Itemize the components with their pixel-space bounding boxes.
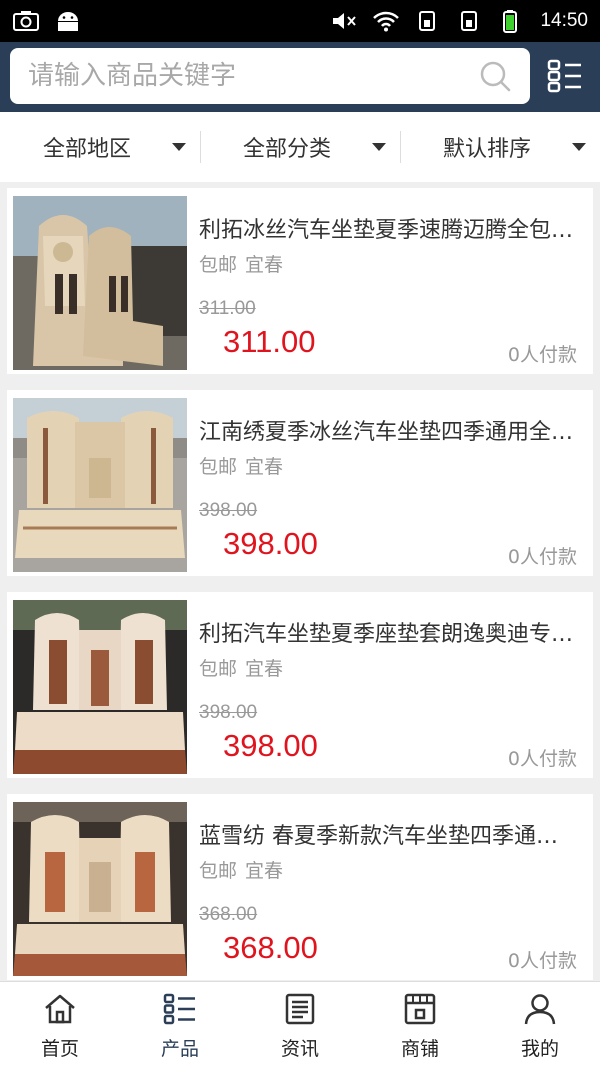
search-icon[interactable] (478, 59, 512, 93)
product-price: 368.00 (223, 930, 318, 965)
shipping-tag: 包邮 (199, 456, 238, 478)
paid-count: 0人付款 (507, 748, 577, 770)
shop-icon (404, 993, 436, 1025)
product-image[interactable] (13, 196, 187, 370)
original-price: 398.00 (199, 702, 258, 723)
nav-label: 首页 (40, 1038, 79, 1060)
location-tag: 宜春 (245, 860, 284, 882)
nav-label: 产品 (160, 1038, 199, 1060)
shipping-tag: 包邮 (199, 860, 238, 882)
product-title[interactable]: 蓝雪纺 春夏季新款汽车坐垫四季通用座垫 (199, 818, 579, 850)
product-card[interactable]: 蓝雪纺 春夏季新款汽车坐垫四季通用座垫 包邮 宜春 368.00 368.00 0… (7, 794, 593, 980)
product-image[interactable] (13, 802, 187, 976)
status-bar: 14:50 (0, 0, 600, 42)
paid-count: 0人付款 (507, 546, 577, 568)
screenshot-icon (13, 11, 39, 31)
product-title[interactable]: 利拓冰丝汽车坐垫夏季速腾迈腾全包围座垫套 (199, 212, 579, 244)
wifi-icon (373, 11, 400, 32)
nav-shop[interactable]: 商铺 (360, 982, 480, 1067)
filter-sort[interactable]: 默认排序 (400, 127, 600, 167)
search-box[interactable] (10, 48, 530, 104)
nav-label: 商铺 (400, 1038, 439, 1060)
shipping-tag: 包邮 (199, 658, 238, 680)
shipping-tag: 包邮 (199, 254, 238, 276)
filter-label: 全部地区 (42, 137, 131, 162)
original-price: 398.00 (199, 500, 258, 521)
product-title[interactable]: 江南绣夏季冰丝汽车坐垫四季通用全包座垫 (199, 414, 579, 446)
filter-region[interactable]: 全部地区 (0, 127, 200, 167)
nav-label: 资讯 (280, 1038, 319, 1060)
product-title[interactable]: 利拓汽车坐垫夏季座垫套朗逸奥迪专用坐垫 (199, 616, 579, 648)
product-card[interactable]: 江南绣夏季冰丝汽车坐垫四季通用全包座垫 包邮 宜春 398.00 398.00 0… (7, 390, 593, 576)
nav-profile[interactable]: 我的 (480, 982, 600, 1067)
product-price: 398.00 (223, 728, 318, 763)
battery-icon (503, 10, 518, 33)
android-icon (58, 12, 78, 31)
category-menu-icon[interactable] (545, 56, 585, 96)
mute-icon (333, 13, 357, 29)
bottom-nav: 首页 产品 资讯 商铺 我的 (0, 981, 600, 1067)
nav-label: 我的 (520, 1038, 559, 1060)
paid-count: 0人付款 (507, 344, 577, 366)
filter-bar: 全部地区 全部分类 默认排序 (0, 112, 600, 182)
caret-down-icon (572, 143, 586, 151)
product-image[interactable] (13, 398, 187, 572)
caret-down-icon (172, 143, 186, 151)
product-tags: 包邮 宜春 (199, 250, 283, 277)
user-icon (524, 994, 556, 1025)
app-header (0, 42, 600, 112)
filter-label: 全部分类 (242, 137, 331, 162)
location-tag: 宜春 (245, 456, 284, 478)
product-card[interactable]: 利拓汽车坐垫夏季座垫套朗逸奥迪专用坐垫 包邮 宜春 398.00 398.00 0… (7, 592, 593, 778)
product-tags: 包邮 宜春 (199, 654, 283, 681)
sim-signal-icon (419, 11, 436, 31)
sim-signal-2-icon (461, 11, 478, 31)
paid-count: 0人付款 (507, 950, 577, 972)
caret-down-icon (372, 143, 386, 151)
product-tags: 包邮 宜春 (199, 856, 283, 883)
home-icon (45, 994, 75, 1024)
product-price: 311.00 (223, 324, 316, 359)
location-tag: 宜春 (245, 658, 284, 680)
product-image[interactable] (13, 600, 187, 774)
nav-news[interactable]: 资讯 (240, 982, 360, 1067)
search-input[interactable] (28, 61, 478, 91)
filter-label: 默认排序 (442, 137, 531, 162)
product-tags: 包邮 宜春 (199, 452, 283, 479)
original-price: 368.00 (199, 904, 258, 925)
product-price: 398.00 (223, 526, 318, 561)
nav-products[interactable]: 产品 (120, 982, 240, 1067)
status-time: 14:50 (540, 10, 588, 31)
original-price: 311.00 (199, 298, 256, 319)
filter-category[interactable]: 全部分类 (200, 127, 400, 167)
news-icon (285, 993, 315, 1025)
location-tag: 宜春 (245, 254, 284, 276)
product-card[interactable]: 利拓冰丝汽车坐垫夏季速腾迈腾全包围座垫套 包邮宜春 311.00 311.00 … (7, 188, 593, 374)
nav-home[interactable]: 首页 (0, 982, 120, 1067)
product-list-icon (163, 993, 195, 1025)
